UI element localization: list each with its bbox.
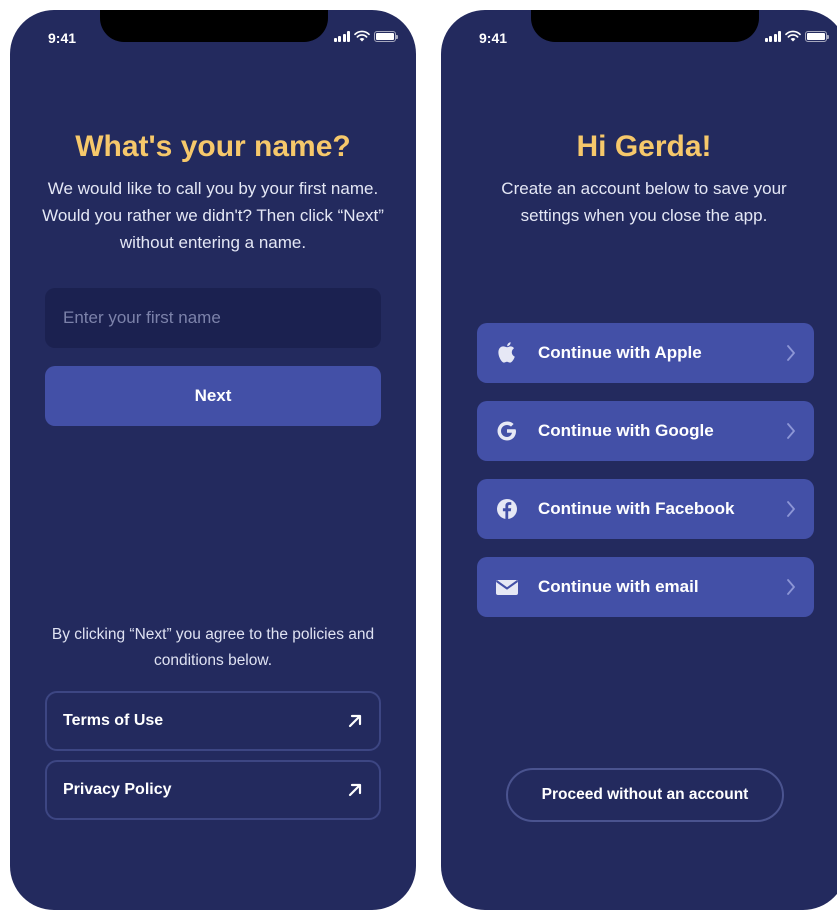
continue-with-google-button[interactable]: Continue with Google (477, 401, 814, 461)
status-time: 9:41 (479, 30, 508, 46)
mail-icon (495, 575, 519, 599)
google-label: Continue with Google (538, 421, 714, 440)
external-link-arrow-icon (348, 783, 362, 797)
chevron-right-icon (787, 345, 795, 361)
battery-icon (374, 30, 398, 42)
chevron-right-icon (787, 423, 795, 439)
page-title: What's your name? (75, 130, 351, 163)
external-link-arrow-icon (348, 714, 362, 728)
terms-of-use-button[interactable]: Terms of Use (45, 691, 381, 751)
next-button[interactable]: Next (45, 366, 381, 426)
agreement-text: By clicking “Next” you agree to the poli… (51, 626, 375, 669)
chevron-right-icon (787, 579, 795, 595)
status-icons (333, 30, 398, 42)
signal-icon (333, 30, 350, 42)
apple-icon (495, 341, 519, 365)
privacy-policy-button[interactable]: Privacy Policy (45, 760, 381, 820)
page-subtitle: We would like to call you by your first … (42, 179, 384, 252)
page-subtitle: Create an account below to save your set… (501, 179, 787, 225)
terms-label: Terms of Use (63, 712, 164, 729)
continue-with-apple-button[interactable]: Continue with Apple (477, 323, 814, 383)
email-label: Continue with email (538, 577, 699, 596)
account-screen: 9:41 Hi Gerda! Create an account below t… (441, 10, 837, 910)
chevron-right-icon (787, 501, 795, 517)
signal-icon (764, 30, 781, 42)
notch (531, 10, 759, 42)
status-icons (764, 30, 829, 42)
facebook-icon (495, 497, 519, 521)
wifi-icon (785, 30, 801, 42)
battery-icon (805, 30, 829, 42)
page-title: Hi Gerda! (576, 130, 712, 163)
name-screen: 9:41 What's your name? We would like to … (10, 10, 416, 910)
apple-label: Continue with Apple (538, 343, 702, 362)
privacy-label: Privacy Policy (63, 781, 172, 798)
notch (100, 10, 328, 42)
proceed-without-account-button[interactable]: Proceed without an account (506, 768, 784, 822)
continue-with-facebook-button[interactable]: Continue with Facebook (477, 479, 814, 539)
status-time: 9:41 (48, 30, 77, 46)
wifi-icon (354, 30, 370, 42)
google-icon (495, 419, 519, 443)
facebook-label: Continue with Facebook (538, 499, 735, 518)
first-name-input[interactable] (45, 288, 381, 348)
continue-with-email-button[interactable]: Continue with email (477, 557, 814, 617)
